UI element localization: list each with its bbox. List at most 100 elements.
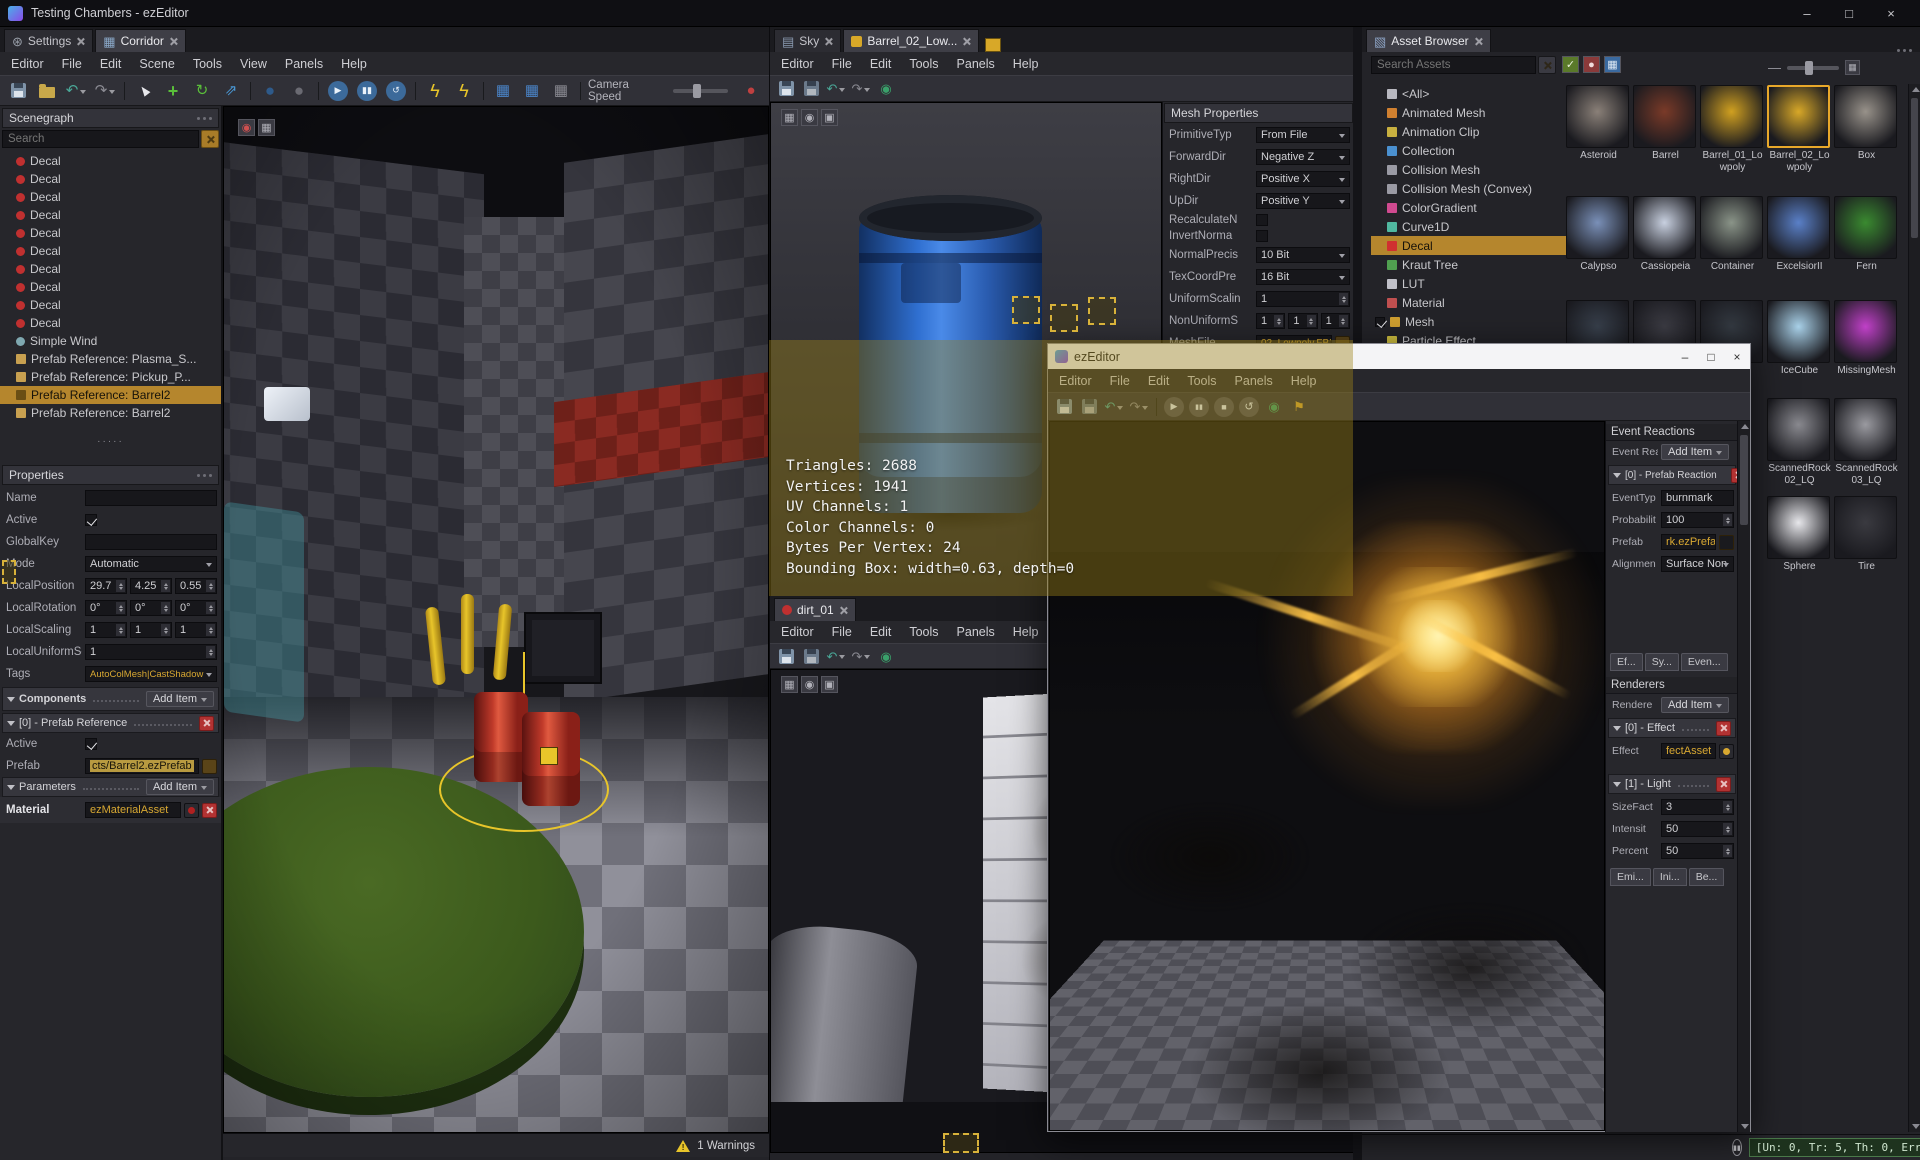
panel-tab[interactable]: Ef... bbox=[1610, 653, 1643, 671]
menu-item[interactable]: Editor bbox=[772, 621, 823, 643]
menu-item[interactable]: Panels bbox=[948, 621, 1004, 643]
asset-type-item[interactable]: Animated Mesh bbox=[1371, 103, 1566, 122]
particle-preview-viewport[interactable] bbox=[1049, 421, 1605, 1131]
camera-icon[interactable]: ◉ bbox=[801, 109, 818, 126]
failed-assets-icon[interactable]: ● bbox=[1583, 56, 1600, 73]
add-event-reaction-button[interactable]: Add Item bbox=[1661, 444, 1730, 460]
spinner[interactable] bbox=[1723, 514, 1732, 526]
collapse-icon[interactable] bbox=[1613, 782, 1621, 791]
asset-grid-scrollbar[interactable] bbox=[1908, 84, 1920, 1132]
asset-type-item[interactable]: Animation Clip bbox=[1371, 122, 1566, 141]
maximize-button[interactable]: □ bbox=[1828, 0, 1870, 26]
move-tool-button[interactable]: + bbox=[161, 79, 185, 103]
pause-button[interactable]: ▮▮ bbox=[1189, 396, 1209, 417]
rotation-z-field[interactable]: 0° bbox=[175, 600, 217, 616]
menu-item[interactable]: Edit bbox=[861, 621, 901, 643]
scenegraph-item[interactable]: Decal bbox=[0, 278, 221, 296]
web-export-button[interactable]: ◉ bbox=[1264, 397, 1284, 417]
collapse-icon[interactable] bbox=[7, 721, 15, 730]
close-tab-icon[interactable] bbox=[839, 606, 848, 615]
menu-item[interactable]: Edit bbox=[1139, 369, 1179, 392]
spinner[interactable] bbox=[161, 602, 170, 614]
asset-type-item[interactable]: Material bbox=[1371, 293, 1566, 312]
asset-thumbnail-cell[interactable]: Barrel_01_Lowpoly bbox=[1700, 85, 1765, 174]
asset-thumbnail-cell[interactable]: Asteroid bbox=[1566, 85, 1631, 162]
material-color-button[interactable] bbox=[184, 802, 199, 818]
box-icon[interactable]: ▣ bbox=[821, 676, 838, 693]
scroll-down-icon[interactable] bbox=[1912, 1124, 1920, 1129]
scene-viewport-3d[interactable]: ◉ ▦ bbox=[223, 106, 769, 1133]
rotate-tool-button[interactable]: ↻ bbox=[190, 79, 214, 103]
tab-sky[interactable]: ▤ Sky bbox=[774, 29, 842, 52]
scenegraph-search-input[interactable] bbox=[2, 130, 199, 148]
panel-tab[interactable]: Sy... bbox=[1644, 653, 1679, 671]
parameters-section-header[interactable]: Parameters Add Item bbox=[2, 777, 219, 797]
asset-thumbnail-cell[interactable]: Box bbox=[1834, 85, 1899, 162]
menu-item[interactable]: Editor bbox=[2, 52, 53, 75]
panel-tab[interactable]: Be... bbox=[1688, 868, 1725, 886]
intensity-field[interactable]: 50 bbox=[1661, 821, 1734, 837]
spinner[interactable] bbox=[1274, 315, 1284, 327]
view-options-icon[interactable]: ▦ bbox=[1845, 60, 1860, 75]
menu-item[interactable]: File bbox=[53, 52, 91, 75]
collapse-icon[interactable] bbox=[7, 697, 15, 706]
scale-tool-button[interactable]: ⇗ bbox=[219, 79, 243, 103]
panel-tab[interactable]: Even... bbox=[1680, 653, 1728, 671]
minimize-button[interactable]: – bbox=[1786, 0, 1828, 26]
undo-button[interactable]: ↶ bbox=[826, 646, 846, 666]
menu-item[interactable]: Scene bbox=[130, 52, 183, 75]
undo-button[interactable]: ↶ bbox=[826, 79, 846, 99]
remove-material-button[interactable] bbox=[202, 802, 217, 818]
scrollbar-thumb[interactable] bbox=[1911, 98, 1918, 238]
add-renderer-button[interactable]: Add Item bbox=[1661, 697, 1730, 713]
camera-icon[interactable]: ◉ bbox=[238, 119, 255, 136]
redo-button[interactable]: ↷ bbox=[851, 79, 871, 99]
spinner[interactable] bbox=[116, 624, 125, 636]
spinner[interactable] bbox=[1338, 315, 1348, 327]
rotation-x-field[interactable]: 0° bbox=[85, 600, 127, 616]
menu-item[interactable]: Editor bbox=[1050, 369, 1101, 392]
position-y-field[interactable]: 4.25 bbox=[130, 578, 172, 594]
material-field[interactable]: ezMaterialAsset bbox=[85, 802, 181, 818]
tab-barrel02[interactable]: Barrel_02_Low... bbox=[843, 29, 980, 52]
play-button[interactable]: ▶ bbox=[1164, 396, 1184, 417]
save-button[interactable] bbox=[776, 79, 796, 99]
scenegraph-item[interactable]: Decal bbox=[0, 170, 221, 188]
asset-thumbnail-cell[interactable]: Tire bbox=[1834, 496, 1899, 573]
scenegraph-item[interactable]: Decal bbox=[0, 242, 221, 260]
active-checkbox[interactable] bbox=[85, 738, 97, 750]
save-button[interactable] bbox=[776, 646, 796, 666]
add-parameter-button[interactable]: Add Item bbox=[145, 779, 214, 795]
close-button[interactable]: × bbox=[1870, 0, 1912, 26]
remove-component-button[interactable] bbox=[199, 715, 214, 731]
panel-tab[interactable]: Emi... bbox=[1610, 868, 1651, 886]
menu-item[interactable]: Tools bbox=[900, 621, 947, 643]
asset-thumbnail-cell[interactable]: IceCube bbox=[1767, 300, 1832, 377]
snap-rotate-button[interactable]: ▦ bbox=[520, 79, 544, 103]
close-tab-icon[interactable] bbox=[169, 37, 178, 46]
asset-type-item[interactable]: Collection bbox=[1371, 141, 1566, 160]
asset-thumbnail-cell[interactable]: Fern bbox=[1834, 196, 1899, 273]
undo-button[interactable]: ↶ bbox=[64, 79, 88, 103]
open-button[interactable] bbox=[35, 79, 59, 103]
tags-select[interactable]: AutoColMesh|CastShadow bbox=[85, 666, 217, 682]
redo-button[interactable]: ↷ bbox=[851, 646, 871, 666]
transform-assets-icon[interactable]: ✓ bbox=[1562, 56, 1579, 73]
asset-thumbnail-cell[interactable]: Container bbox=[1700, 196, 1765, 273]
up-dir-select[interactable]: Positive Y bbox=[1256, 193, 1350, 209]
tab-settings[interactable]: ⊛ Settings bbox=[4, 29, 94, 52]
pause-scene-button[interactable]: ▮▮ bbox=[355, 79, 379, 103]
close-tab-icon[interactable] bbox=[824, 37, 833, 46]
scroll-down-icon[interactable] bbox=[1741, 1124, 1749, 1129]
asset-type-item[interactable]: Curve1D bbox=[1371, 217, 1566, 236]
transform-asset-button[interactable]: ϟ bbox=[423, 79, 447, 103]
menu-item[interactable]: View bbox=[231, 52, 276, 75]
close-tab-icon[interactable] bbox=[1474, 37, 1483, 46]
audio-toggle-button[interactable]: ● bbox=[739, 79, 763, 103]
particle-window-titlebar[interactable]: ezEditor – □ × bbox=[1048, 344, 1750, 369]
texcoord-precision-select[interactable]: 16 Bit bbox=[1256, 269, 1350, 285]
menu-item[interactable]: File bbox=[823, 621, 861, 643]
position-x-field[interactable]: 29.7 bbox=[85, 578, 127, 594]
grid-icon[interactable]: ▦ bbox=[781, 676, 798, 693]
splitter-dots[interactable]: ····· bbox=[0, 436, 221, 447]
